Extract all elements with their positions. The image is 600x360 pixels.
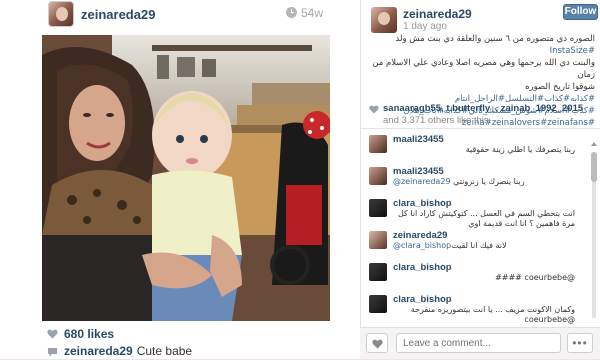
comment-username[interactable]: maali23455	[393, 164, 589, 177]
comment-username[interactable]: zeinareda29	[393, 228, 589, 241]
comment-bubble-icon	[47, 346, 58, 357]
likers-names[interactable]: sanaaragb55, t.butterfly_, zainab_1992_2…	[383, 103, 583, 114]
commenter-avatar[interactable]	[369, 295, 387, 313]
comment-item: clara_bishop وكمان الاكونت مزيف ... يا ا…	[361, 292, 589, 324]
likers-suffix: and 3,371 others like this.	[383, 115, 492, 126]
detail-post-time: 1 day ago	[403, 21, 447, 32]
comment-username[interactable]: maali23455	[393, 132, 589, 145]
comments-scrollbar[interactable]	[590, 140, 598, 326]
photo-illustration	[42, 35, 330, 321]
heart-icon	[369, 105, 379, 114]
comment-text: @zeinareda29 ربنا ينصرك يا زنزونتي	[393, 177, 589, 187]
like-button[interactable]	[366, 333, 388, 353]
comment-item: maali23455 ربنا يتصرفك يا اطلي زينة حقوق…	[361, 132, 589, 164]
comment-username[interactable]: clara_bishop	[393, 292, 589, 305]
scroll-thumb[interactable]	[591, 152, 597, 182]
caption-hashtag-instasize[interactable]: #InstaSize	[550, 46, 595, 56]
comment-mention[interactable]: @clara_bishop	[393, 241, 451, 250]
comment-body: ربنا ينصرك يا زنزونتي	[450, 177, 525, 186]
comment-username[interactable]: clara_bishop	[393, 260, 589, 273]
comment-username[interactable]: clara_bishop	[393, 196, 589, 209]
scroll-up-arrow-icon[interactable]	[590, 140, 598, 148]
post-age: 54w	[301, 6, 324, 20]
comment-text: @clara_bishopلانه فيك انا لقيت	[393, 241, 589, 251]
comment-item: zeinareda29 @clara_bishopلانه فيك انا لق…	[361, 228, 589, 260]
instagram-post-viewer: zeinareda29 54w 680 likes zeinareda29 Cu…	[0, 0, 600, 359]
comment-item: maali23455 @zeinareda29 ربنا ينصرك يا زن…	[361, 164, 589, 196]
heart-icon	[372, 339, 383, 349]
post-detail-panel: zeinareda29 1 day ago Follow الصوره دي م…	[360, 0, 600, 359]
caption-line-3: شوقوا تاريخ الصوره	[525, 82, 595, 92]
post-likes[interactable]: 680 likes	[47, 327, 114, 341]
comment-body: لانه فيك انا لقيت	[451, 241, 507, 250]
post-likes-count: 680 likes	[64, 327, 115, 341]
comments-list: maali23455 ربنا يتصرفك يا اطلي زينة حقوق…	[361, 132, 589, 327]
caption-username[interactable]: zeinareda29	[64, 344, 133, 358]
post-card: zeinareda29 54w 680 likes zeinareda29 Cu…	[0, 0, 360, 359]
heart-icon	[47, 329, 58, 339]
post-author-username[interactable]: zeinareda29	[81, 7, 155, 22]
post-author-avatar[interactable]	[48, 1, 74, 27]
comment-mention[interactable]: @zeinareda29	[393, 177, 451, 186]
commenter-avatar[interactable]	[369, 231, 387, 249]
divider	[361, 128, 600, 129]
caption-text: Cute babe	[136, 344, 193, 358]
detail-author-username[interactable]: zeinareda29	[403, 7, 472, 21]
comment-item: clara_bishop @coeurbebe ####	[361, 260, 589, 292]
clock-icon	[286, 7, 297, 18]
commenter-avatar[interactable]	[369, 263, 387, 281]
comment-text: ربنا يتصرفك يا اطلي زينة حقوقية	[465, 145, 575, 154]
post-photo[interactable]	[42, 35, 330, 321]
detail-author-avatar[interactable]	[371, 7, 397, 33]
commenter-avatar[interactable]	[369, 167, 387, 185]
comment-text: انت بتحطي السم في العسل ... كتوكيتش كارا…	[397, 209, 575, 228]
follow-button[interactable]: Follow	[563, 4, 598, 20]
comment-text: @coeurbebe ####	[495, 273, 575, 282]
post-caption: zeinareda29 Cute babe	[47, 344, 192, 358]
caption-line-2: والبنت دي الله يرحمها وهي مصريه اصلا وعا…	[372, 58, 595, 80]
comment-footer: •••	[360, 327, 600, 359]
detail-likers: sanaaragb55, t.butterfly_, zainab_1992_2…	[369, 103, 595, 127]
comment-item: clara_bishop انت بتحطي السم في العسل ...…	[361, 196, 589, 228]
more-options-button[interactable]: •••	[567, 333, 593, 353]
commenter-avatar[interactable]	[369, 199, 387, 217]
comment-input[interactable]	[396, 333, 561, 353]
post-header: zeinareda29 54w	[0, 0, 360, 28]
caption-line-1: الصوره دي متصوره من ٦ سنين والعلقة دي بن…	[395, 34, 595, 44]
commenter-avatar[interactable]	[369, 135, 387, 153]
comment-text: وكمان الاكونت مزيف ... يا انت بيتصوريزه …	[410, 305, 575, 324]
